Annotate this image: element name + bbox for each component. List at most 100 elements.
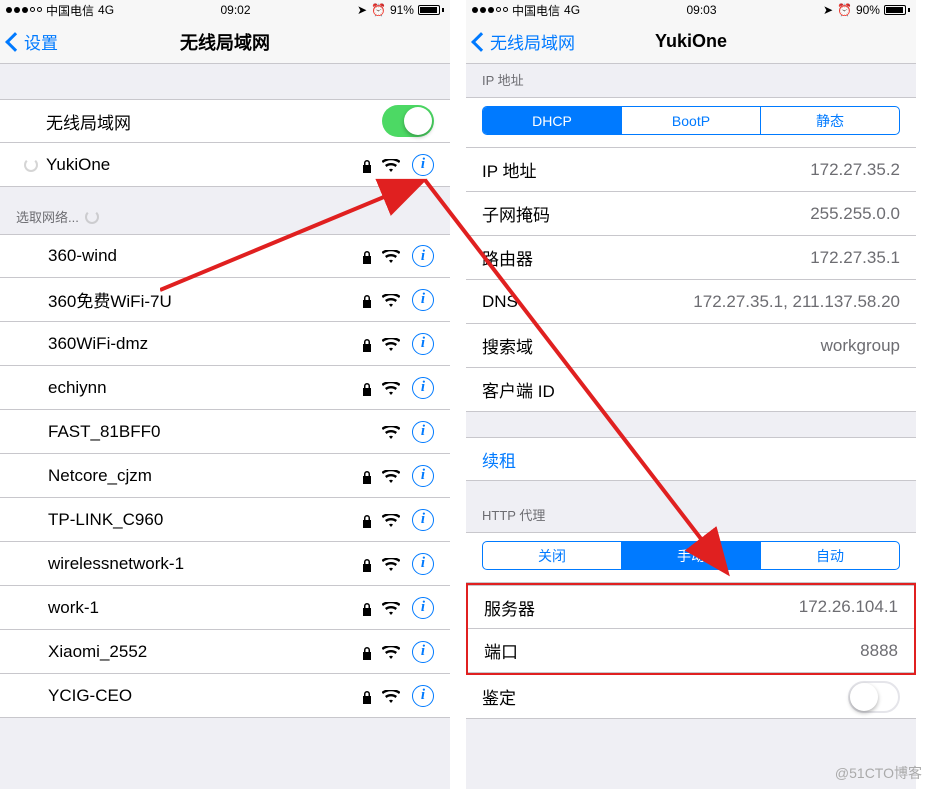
battery-percent: 90% [856, 3, 880, 17]
clientid-label: 客户端 ID [482, 377, 900, 402]
ip-section-header: IP 地址 [466, 64, 916, 97]
page-title: YukiOne [655, 31, 727, 52]
searchdomain-value: workgroup [821, 336, 900, 356]
connected-network-name: YukiOne [46, 155, 352, 175]
lock-icon [362, 645, 372, 659]
dns-row[interactable]: DNS 172.27.35.1, 211.137.58.20 [466, 280, 916, 324]
back-button[interactable]: 无线局域网 [474, 29, 575, 54]
seg-proxy-auto[interactable]: 自动 [761, 542, 899, 569]
network-row[interactable]: FAST_81BFF0 i [0, 410, 450, 454]
info-icon[interactable]: i [412, 465, 434, 487]
info-icon[interactable]: i [412, 641, 434, 663]
renew-lease-button[interactable]: 续租 [466, 437, 916, 481]
seg-dhcp[interactable]: DHCP [483, 107, 622, 134]
wifi-icon [382, 425, 400, 439]
phone-right: 中国电信 4G 09:03 ➤ ⏰ 90% 无线局域网 YukiOne IP 地… [466, 0, 916, 789]
network-name: FAST_81BFF0 [48, 422, 372, 442]
info-icon[interactable]: i [412, 154, 434, 176]
subnet-row: 子网掩码 255.255.0.0 [466, 192, 916, 236]
proxy-server-label: 服务器 [484, 595, 799, 620]
seg-bootp[interactable]: BootP [622, 107, 761, 134]
router-value: 172.27.35.1 [810, 248, 900, 268]
seg-static[interactable]: 静态 [761, 107, 899, 134]
statusbar: 中国电信 4G 09:02 ➤ ⏰ 91% [0, 0, 450, 20]
wifi-toggle[interactable] [382, 105, 434, 137]
network-row[interactable]: 360-wind i [0, 234, 450, 278]
navbar: 设置 无线局域网 [0, 20, 450, 64]
network-name: 360WiFi-dmz [48, 334, 352, 354]
network-row[interactable]: echiynn i [0, 366, 450, 410]
network-label: 4G [98, 3, 114, 17]
proxy-header: HTTP 代理 [466, 499, 916, 532]
network-name: Netcore_cjzm [48, 466, 352, 486]
network-row[interactable]: Netcore_cjzm i [0, 454, 450, 498]
wifi-label: 无线局域网 [46, 109, 382, 134]
statusbar: 中国电信 4G 09:03 ➤ ⏰ 90% [466, 0, 916, 20]
network-row[interactable]: TP-LINK_C960i [0, 498, 450, 542]
phone-left: 中国电信 4G 09:02 ➤ ⏰ 91% 设置 无线局域网 无线局域网 [0, 0, 450, 789]
wifi-icon [382, 557, 400, 571]
chevron-left-icon [474, 31, 487, 53]
info-icon[interactable]: i [412, 553, 434, 575]
signal-icon [472, 7, 508, 13]
wifi-icon [382, 513, 400, 527]
carrier-label: 中国电信 [512, 2, 560, 19]
lock-icon [362, 249, 372, 263]
network-row[interactable]: work-1i [0, 586, 450, 630]
searchdomain-row[interactable]: 搜索域 workgroup [466, 324, 916, 368]
lock-icon [362, 337, 372, 351]
network-name: 360免费WiFi-7U [48, 287, 352, 312]
wifi-icon [382, 689, 400, 703]
proxy-auth-toggle[interactable] [848, 681, 900, 713]
info-icon[interactable]: i [412, 333, 434, 355]
network-row[interactable]: YCIG-CEOi [0, 674, 450, 718]
lock-icon [362, 689, 372, 703]
info-icon[interactable]: i [412, 597, 434, 619]
lock-icon [362, 469, 372, 483]
back-button[interactable]: 设置 [8, 29, 58, 54]
ip-value: 172.27.35.2 [810, 160, 900, 180]
info-icon[interactable]: i [412, 289, 434, 311]
choose-network-label: 选取网络... [16, 207, 79, 226]
wifi-icon [382, 337, 400, 351]
wifi-icon [382, 158, 400, 172]
subnet-value: 255.255.0.0 [810, 204, 900, 224]
info-icon[interactable]: i [412, 685, 434, 707]
connected-network-row[interactable]: YukiOne i [0, 143, 450, 187]
network-name: echiynn [48, 378, 352, 398]
network-name: Xiaomi_2552 [48, 642, 352, 662]
proxy-auth-label: 鉴定 [482, 684, 848, 709]
network-name: wirelessnetwork-1 [48, 554, 352, 574]
network-row[interactable]: 360WiFi-dmz i [0, 322, 450, 366]
info-icon[interactable]: i [412, 377, 434, 399]
renew-label: 续租 [482, 447, 516, 472]
network-row[interactable]: 360免费WiFi-7U i [0, 278, 450, 322]
choose-network-header: 选取网络... [0, 201, 450, 234]
proxy-port-value: 8888 [860, 641, 898, 661]
seg-proxy-manual[interactable]: 手动 [622, 542, 761, 569]
info-icon[interactable]: i [412, 245, 434, 267]
subnet-label: 子网掩码 [482, 201, 810, 226]
alarm-icon: ⏰ [371, 3, 386, 17]
proxy-port-row[interactable]: 端口 8888 [468, 629, 914, 673]
seg-proxy-off[interactable]: 关闭 [483, 542, 622, 569]
searchdomain-label: 搜索域 [482, 333, 821, 358]
network-row[interactable]: wirelessnetwork-1 i [0, 542, 450, 586]
battery-icon [418, 5, 444, 15]
proxy-server-row[interactable]: 服务器 172.26.104.1 [468, 585, 914, 629]
status-time: 09:02 [220, 3, 250, 17]
wifi-icon [382, 469, 400, 483]
ip-mode-segmented: DHCP BootP 静态 [482, 106, 900, 135]
info-icon[interactable]: i [412, 421, 434, 443]
network-name: 360-wind [48, 246, 352, 266]
router-row: 路由器 172.27.35.1 [466, 236, 916, 280]
wifi-icon [382, 381, 400, 395]
proxy-auth-row: 鉴定 [466, 675, 916, 719]
alarm-icon: ⏰ [837, 3, 852, 17]
wifi-icon [382, 645, 400, 659]
network-row[interactable]: Xiaomi_2552 i [0, 630, 450, 674]
clientid-row[interactable]: 客户端 ID [466, 368, 916, 412]
spinner-icon [85, 210, 99, 224]
info-icon[interactable]: i [412, 509, 434, 531]
location-icon: ➤ [357, 3, 367, 17]
